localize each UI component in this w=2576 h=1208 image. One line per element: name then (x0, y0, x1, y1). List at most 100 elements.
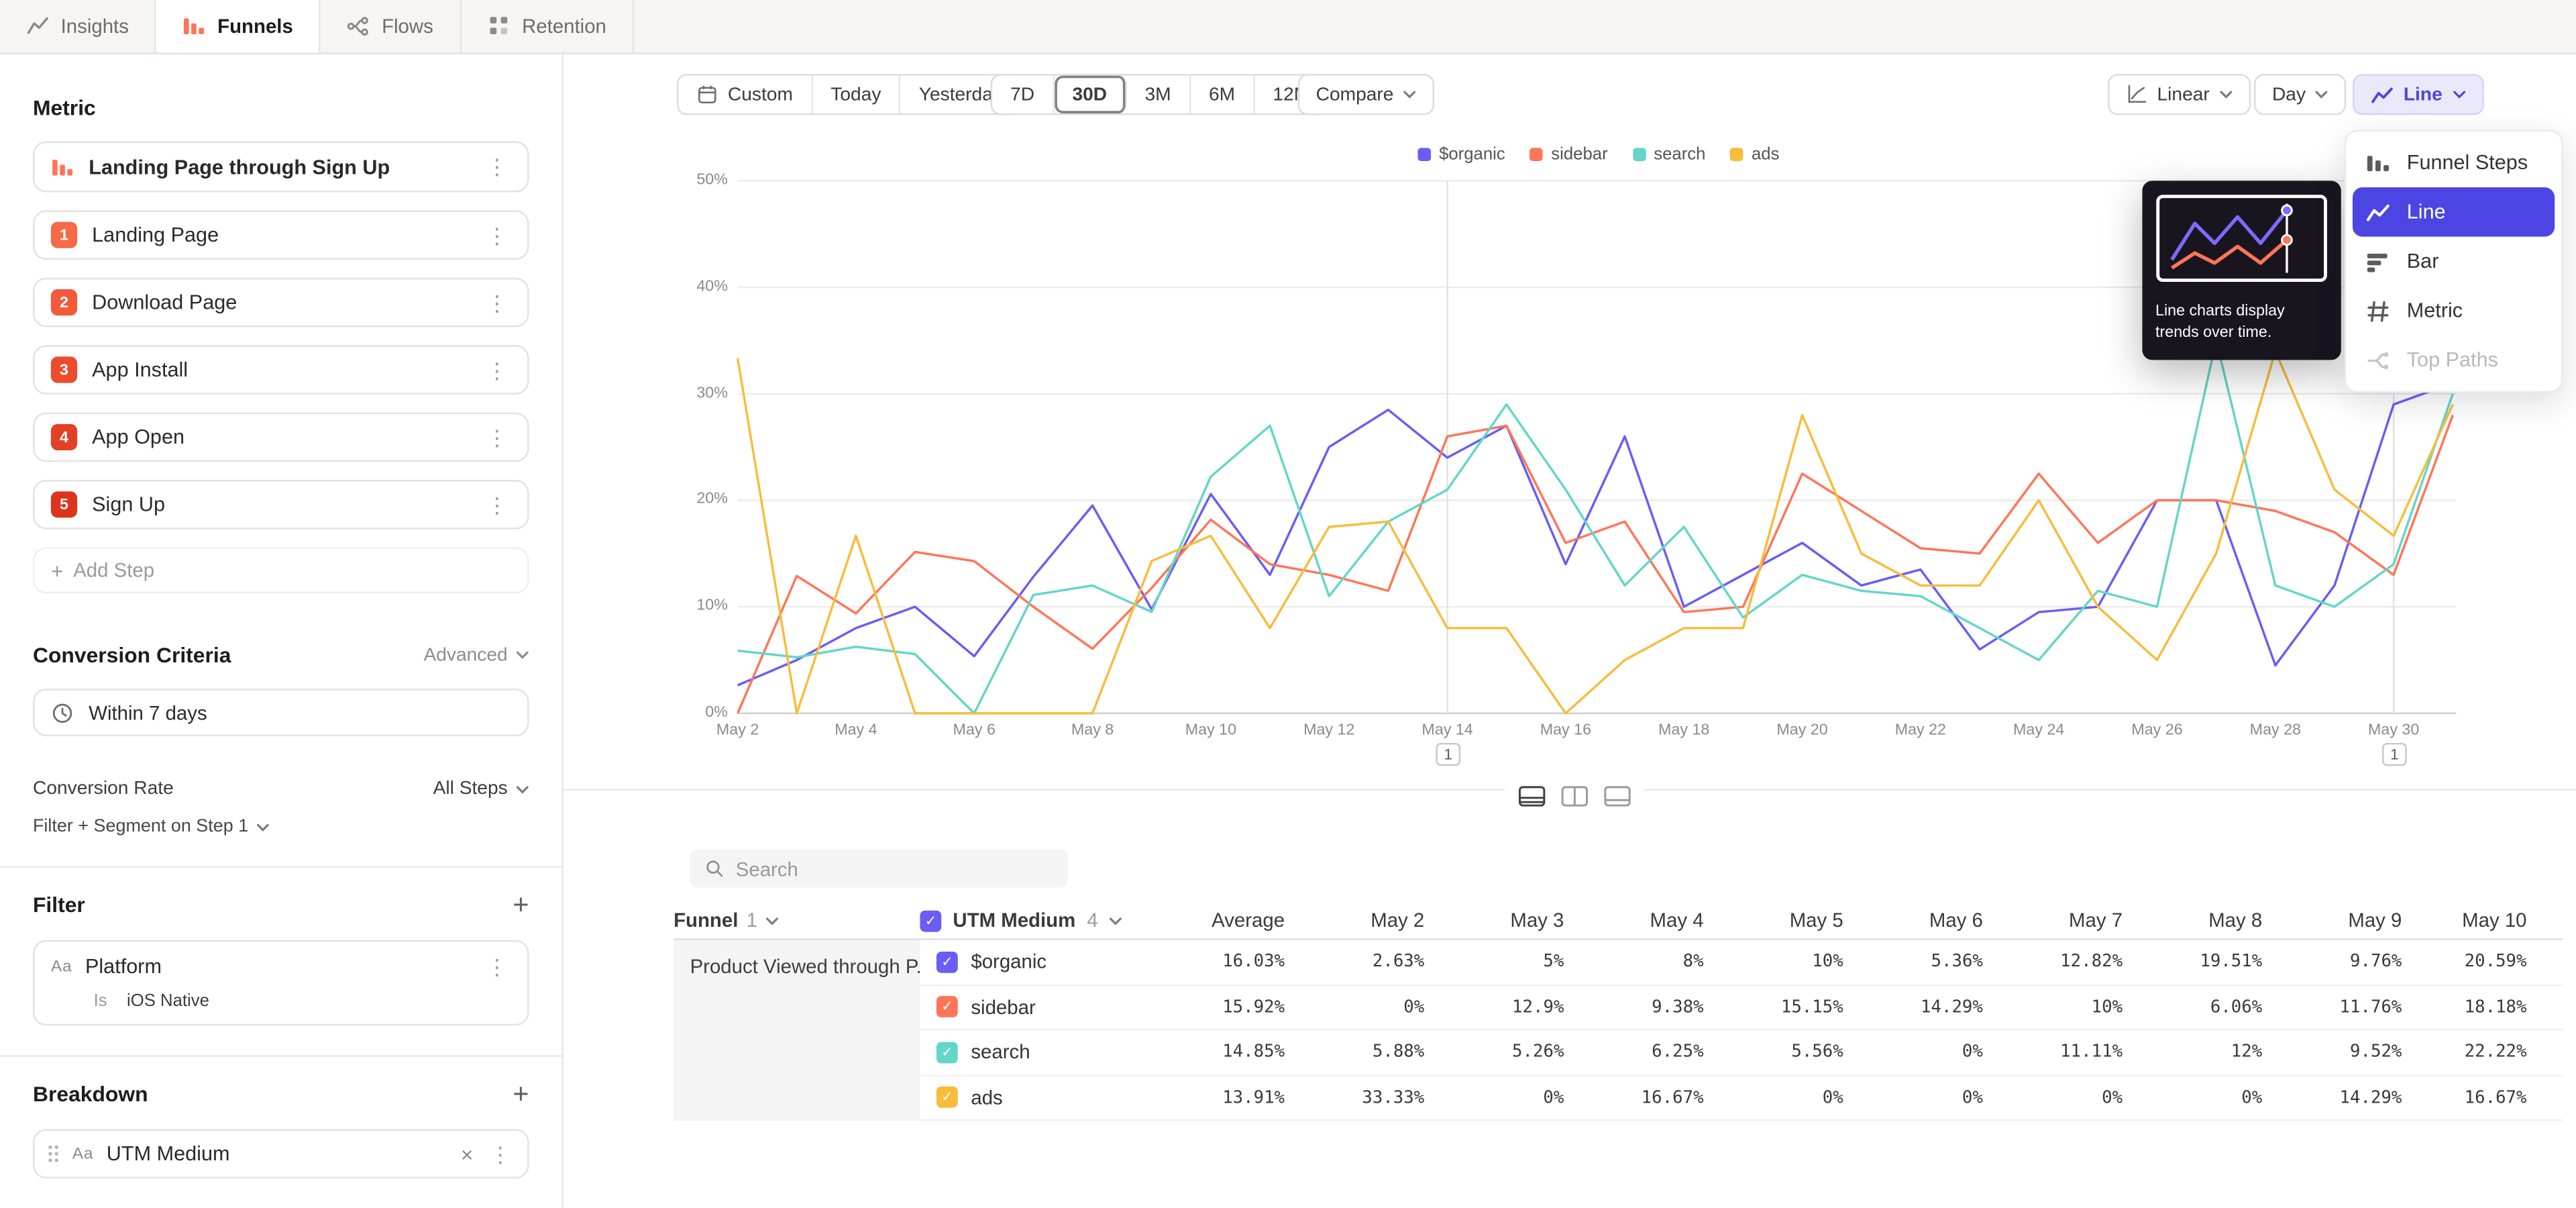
view-table-only-button[interactable] (1603, 786, 1631, 807)
column-header-may-4[interactable]: May 4 (1580, 909, 1720, 932)
today-button[interactable]: Today (812, 76, 900, 113)
table-search[interactable] (690, 850, 1068, 887)
checkbox-checked-icon[interactable]: ✓ (936, 1042, 958, 1063)
column-header-may-5[interactable]: May 5 (1720, 909, 1860, 932)
filter-card[interactable]: Aa Platform ⋮ Is iOS Native (33, 940, 529, 1025)
kebab-icon[interactable]: ⋮ (486, 1143, 515, 1164)
value-cell: 6.25% (1580, 1042, 1720, 1062)
funnel-metric-icon (51, 155, 74, 178)
checkbox-checked-icon[interactable]: ✓ (936, 1087, 958, 1108)
annotation-marker[interactable]: 1 (1436, 743, 1460, 766)
add-step-button[interactable]: + Add Step (33, 548, 529, 594)
x-axis-label: May 28 (2239, 721, 2312, 740)
kebab-icon[interactable]: ⋮ (483, 494, 511, 515)
funnel-count: 1 (747, 909, 757, 932)
menu-item-label: Top Paths (2407, 348, 2498, 371)
add-step-label: Add Step (73, 559, 154, 582)
kebab-icon[interactable]: ⋮ (483, 224, 511, 246)
funnel-step-sign-up[interactable]: 5Sign Up⋮ (33, 480, 529, 529)
utm-count: 4 (1087, 909, 1097, 932)
tab-retention[interactable]: Retention (461, 0, 634, 52)
conversion-rate-label: Conversion Rate (33, 779, 174, 799)
y-axis-label: 30% (676, 384, 728, 402)
funnel-step-download-page[interactable]: 2Download Page⋮ (33, 278, 529, 327)
view-chart-and-table-button[interactable] (1518, 786, 1546, 807)
column-header-may-7[interactable]: May 7 (1999, 909, 2139, 932)
custom-date-button[interactable]: Custom (678, 76, 812, 113)
checkbox-checked-icon[interactable]: ✓ (936, 997, 958, 1018)
add-filter-button[interactable]: + (513, 891, 529, 919)
filter-property-row: Aa Platform ⋮ (34, 942, 527, 991)
column-header-may-3[interactable]: May 3 (1441, 909, 1580, 932)
filter-segment-dropdown[interactable]: Filter + Segment on Step 1 (33, 817, 529, 836)
average-column-header[interactable]: Average (1150, 909, 1301, 932)
funnel-step-app-install[interactable]: 3App Install⋮ (33, 345, 529, 394)
menu-item-funnel-steps[interactable]: Funnel Steps (2353, 138, 2555, 187)
row-group-label[interactable]: Product Viewed through P... (674, 940, 920, 1121)
tab-flows[interactable]: Flows (321, 0, 461, 52)
value-cell: 0% (1860, 1088, 1999, 1107)
remove-icon[interactable]: × (461, 1143, 474, 1164)
series-name-cell: ✓search (920, 1041, 1150, 1064)
advanced-dropdown[interactable]: Advanced (423, 645, 529, 664)
table-body: Product Viewed through P...✓$organic16.0… (674, 940, 2563, 1121)
range-7d-button[interactable]: 7D (992, 76, 1054, 113)
checkbox-checked-icon[interactable]: ✓ (936, 951, 958, 972)
plus-icon: + (51, 558, 64, 583)
conversion-window-card[interactable]: Within 7 days (33, 689, 529, 736)
tab-insights[interactable]: Insights (0, 0, 157, 52)
breakdown-card[interactable]: Aa UTM Medium × ⋮ (33, 1129, 529, 1178)
x-axis-label: May 26 (2121, 721, 2194, 740)
kebab-icon[interactable]: ⋮ (483, 956, 511, 977)
chart-type-dropdown[interactable]: Line (2353, 74, 2483, 115)
column-header-may-6[interactable]: May 6 (1860, 909, 1999, 932)
menu-item-top-paths: Top Paths (2353, 336, 2555, 385)
table-row-search: ✓search14.85%5.88%5.26%6.25%5.56%0%11.11… (920, 1031, 2563, 1076)
menu-item-bar[interactable]: Bar (2353, 237, 2555, 286)
column-header-may-8[interactable]: May 8 (2139, 909, 2279, 932)
funnel-step-app-open[interactable]: 4App Open⋮ (33, 413, 529, 462)
all-steps-dropdown[interactable]: All Steps (433, 779, 529, 799)
insights-icon (26, 15, 49, 38)
y-axis-label: 0% (676, 703, 728, 721)
kebab-icon[interactable]: ⋮ (483, 427, 511, 448)
add-breakdown-button[interactable]: + (513, 1080, 529, 1108)
view-split-button[interactable] (1561, 786, 1589, 807)
granularity-dropdown[interactable]: Day (2254, 74, 2347, 115)
tab-funnels[interactable]: Funnels (157, 0, 321, 52)
divider (0, 866, 562, 868)
kebab-icon[interactable]: ⋮ (483, 359, 511, 381)
value-cell: 16.67% (2418, 1088, 2543, 1107)
kebab-icon[interactable]: ⋮ (483, 292, 511, 313)
all-steps-value: All Steps (433, 779, 508, 799)
value-cell: 9.52% (2279, 1042, 2418, 1062)
filter-condition-row[interactable]: Is iOS Native (34, 991, 527, 1011)
range-30d-button[interactable]: 30D (1055, 76, 1127, 113)
compare-button[interactable]: Compare (1298, 74, 1435, 115)
column-header-may-10[interactable]: May 10 (2418, 909, 2543, 932)
column-header-may-9[interactable]: May 9 (2279, 909, 2418, 932)
search-input[interactable] (736, 857, 1053, 880)
step-label: Download Page (92, 291, 468, 313)
chart-type-tooltip: Line charts display trends over time. (2142, 181, 2341, 359)
scale-dropdown[interactable]: Linear (2108, 74, 2251, 115)
drag-handle-icon[interactable] (48, 1144, 59, 1163)
funnel-title-card[interactable]: Landing Page through Sign Up ⋮ (33, 142, 529, 193)
search-icon (705, 858, 724, 879)
utm-medium-column-header[interactable]: ✓ UTM Medium 4 (920, 909, 1150, 932)
funnel-steps-icon (2366, 150, 2392, 175)
value-cell: 5.56% (1720, 1042, 1860, 1062)
range-6m-button[interactable]: 6M (1191, 76, 1254, 113)
y-axis-label: 10% (676, 597, 728, 615)
calendar-icon (696, 84, 718, 105)
menu-item-line[interactable]: Line (2353, 187, 2555, 236)
funnel-step-landing-page[interactable]: 1Landing Page⋮ (33, 210, 529, 259)
value-cell: 12.9% (1441, 997, 1580, 1017)
kebab-icon[interactable]: ⋮ (483, 156, 511, 178)
menu-item-metric[interactable]: Metric (2353, 286, 2555, 335)
checkbox-checked-icon[interactable]: ✓ (920, 910, 941, 932)
funnel-column-header[interactable]: Funnel 1 (674, 909, 920, 932)
annotation-marker[interactable]: 1 (2382, 743, 2407, 766)
range-3m-button[interactable]: 3M (1127, 76, 1191, 113)
column-header-may-2[interactable]: May 2 (1301, 909, 1441, 932)
